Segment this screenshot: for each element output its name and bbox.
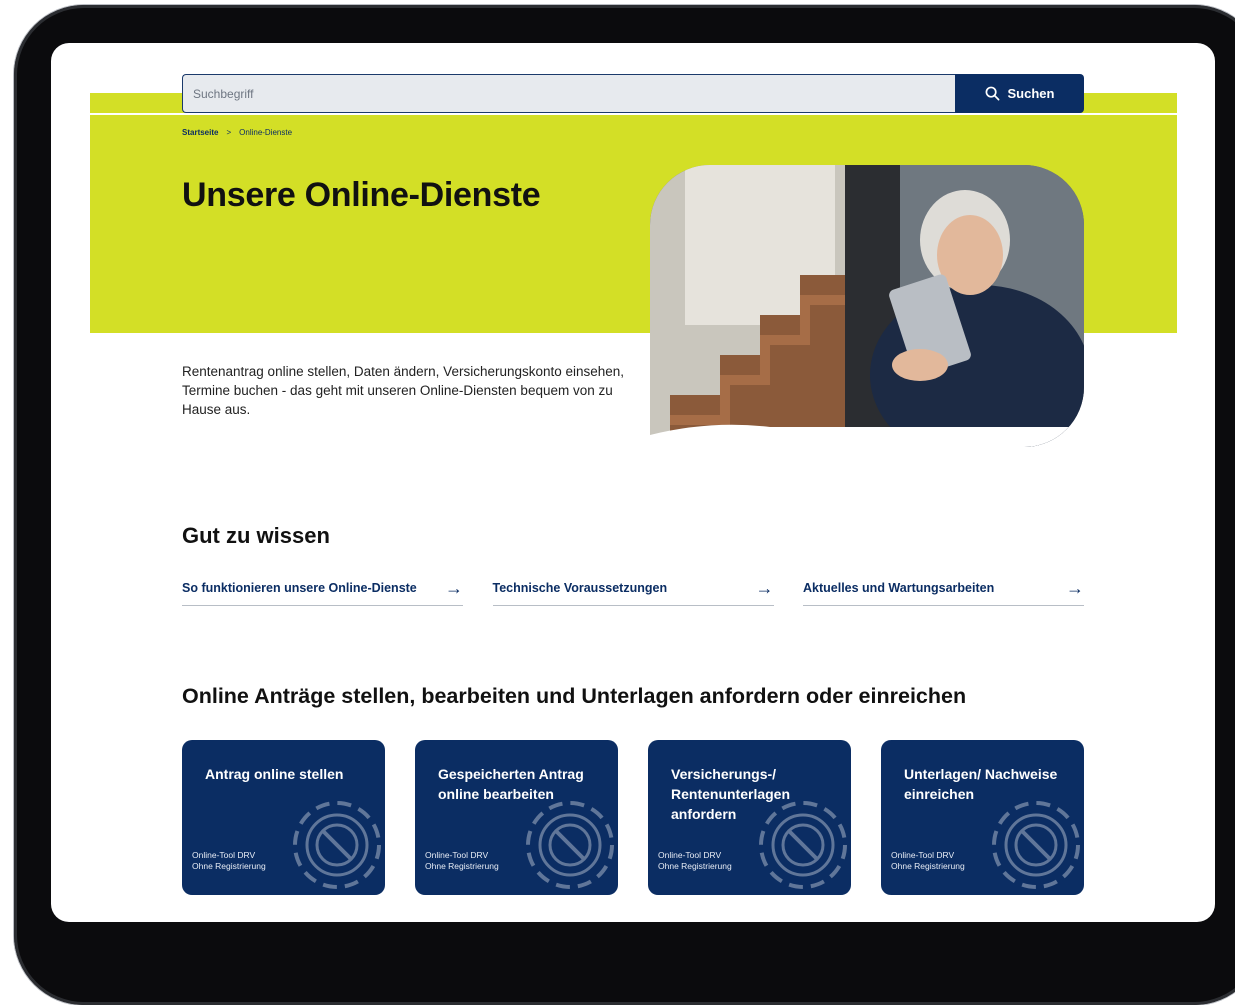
card-meta: Online-Tool DRV Ohne Registrierung xyxy=(658,850,732,872)
link-technische-voraussetzungen[interactable]: Technische Voraussetzungen → xyxy=(492,571,774,606)
card-title: Antrag online stellen xyxy=(205,766,344,782)
section-heading-online-antraege: Online Anträge stellen, bearbeiten und U… xyxy=(182,684,967,708)
card-meta-registration: Ohne Registrierung xyxy=(425,861,499,871)
link-aktuelles-wartungsarbeiten[interactable]: Aktuelles und Wartungsarbeiten → xyxy=(803,571,1084,606)
card-meta: Online-Tool DRV Ohne Registrierung xyxy=(891,850,965,872)
card-gespeicherten-antrag[interactable]: Gespeicherten Antrag online bearbeiten O… xyxy=(415,740,618,895)
section-heading-gut-zu-wissen: Gut zu wissen xyxy=(182,523,330,548)
search-bar: Suchbegriff Suchen xyxy=(182,74,1084,113)
card-unterlagen-anfordern[interactable]: Versicherungs-/ Rentenunterlagen anforde… xyxy=(648,740,851,895)
hero-photo xyxy=(650,165,1084,447)
search-button-label: Suchen xyxy=(1007,86,1055,101)
card-meta-tool: Online-Tool DRV xyxy=(425,850,489,860)
arrow-right-icon: → xyxy=(755,577,774,598)
card-meta-tool: Online-Tool DRV xyxy=(658,850,722,860)
intro-text: Rentenantrag online stellen, Daten änder… xyxy=(182,364,625,417)
breadcrumb-home-link[interactable]: Startseite xyxy=(182,128,218,137)
link-label: Technische Voraussetzungen xyxy=(492,581,668,595)
card-title: Gespeicherten Antrag online bearbeiten xyxy=(438,766,584,802)
card-meta-tool: Online-Tool DRV xyxy=(192,850,256,860)
service-cards: Antrag online stellen Online-Tool DRV Oh… xyxy=(182,740,1084,895)
hero-photo-illustration xyxy=(650,165,1084,447)
link-label: Aktuelles und Wartungsarbeiten xyxy=(803,581,995,595)
card-meta: Online-Tool DRV Ohne Registrierung xyxy=(192,850,266,872)
card-title: Unterlagen/ Nachweise einreichen xyxy=(904,766,1058,802)
search-button[interactable]: Suchen xyxy=(955,74,1084,113)
link-so-funktionieren[interactable]: So funktionieren unsere Online-Dienste → xyxy=(182,571,463,606)
card-nachweise-einreichen[interactable]: Unterlagen/ Nachweise einreichen Online-… xyxy=(881,740,1084,895)
arrow-right-icon: → xyxy=(445,577,463,598)
link-label: So funktionieren unsere Online-Dienste xyxy=(182,581,417,595)
search-icon xyxy=(985,86,999,101)
info-links: So funktionieren unsere Online-Dienste →… xyxy=(182,571,1084,606)
breadcrumb-separator: > xyxy=(226,128,232,137)
page-title: Unsere Online-Dienste xyxy=(182,176,541,214)
card-meta: Online-Tool DRV Ohne Registrierung xyxy=(425,850,499,872)
breadcrumb: Startseite > Online-Dienste xyxy=(182,128,292,137)
hero-divider xyxy=(90,113,1177,115)
card-title: Versicherungs-/ Rentenunterlagen anforde… xyxy=(671,766,791,822)
arrow-right-icon: → xyxy=(1066,577,1084,598)
gear-pencil-icon xyxy=(293,801,381,889)
card-meta-registration: Ohne Registrierung xyxy=(891,861,965,871)
card-meta-registration: Ohne Registrierung xyxy=(658,861,732,871)
search-input[interactable]: Suchbegriff xyxy=(182,74,955,113)
breadcrumb-current: Online-Dienste xyxy=(239,128,293,137)
card-meta-registration: Ohne Registrierung xyxy=(192,861,266,871)
browser-screen: Suchbegriff Suchen Startseite > Online-D… xyxy=(51,43,1215,922)
card-antrag-online-stellen[interactable]: Antrag online stellen Online-Tool DRV Oh… xyxy=(182,740,385,895)
card-meta-tool: Online-Tool DRV xyxy=(891,850,955,860)
